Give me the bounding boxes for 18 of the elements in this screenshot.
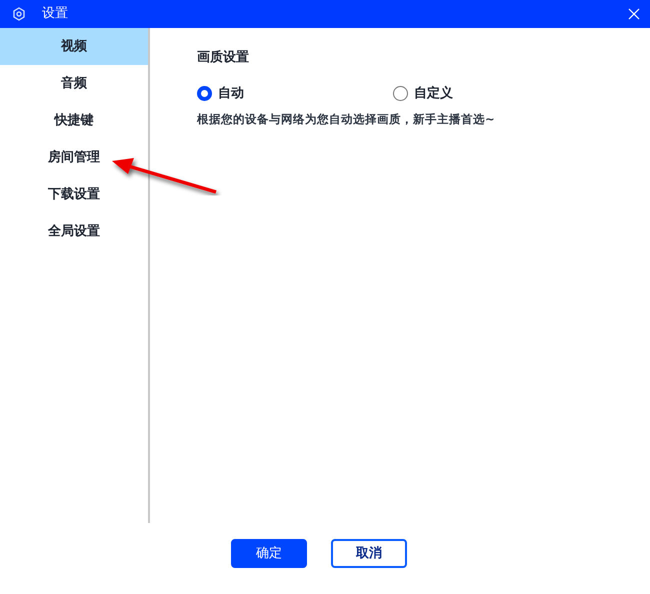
- sidebar-item[interactable]: 快捷键: [0, 102, 148, 139]
- cancel-button[interactable]: 取消: [331, 539, 407, 568]
- radio-button[interactable]: [197, 86, 212, 101]
- close-button[interactable]: [626, 6, 642, 22]
- sidebar-item[interactable]: 音频: [0, 65, 148, 102]
- confirm-button[interactable]: 确定: [231, 539, 307, 568]
- radio-option[interactable]: 自动: [197, 84, 393, 103]
- sidebar-item[interactable]: 全局设置: [0, 213, 148, 250]
- radio-option[interactable]: 自定义: [393, 84, 453, 103]
- hint-text: 根据您的设备与网络为您自动选择画质，新手主播首选~: [197, 111, 496, 128]
- sidebar-item[interactable]: 视频: [0, 28, 148, 65]
- section-heading: 画质设置: [197, 49, 250, 67]
- close-icon: [628, 8, 640, 20]
- radio-button[interactable]: [393, 86, 408, 101]
- window-title: 设置: [42, 5, 68, 24]
- sidebar-item[interactable]: 房间管理: [0, 139, 148, 176]
- settings-icon: [12, 7, 26, 21]
- sidebar-item[interactable]: 下载设置: [0, 176, 148, 213]
